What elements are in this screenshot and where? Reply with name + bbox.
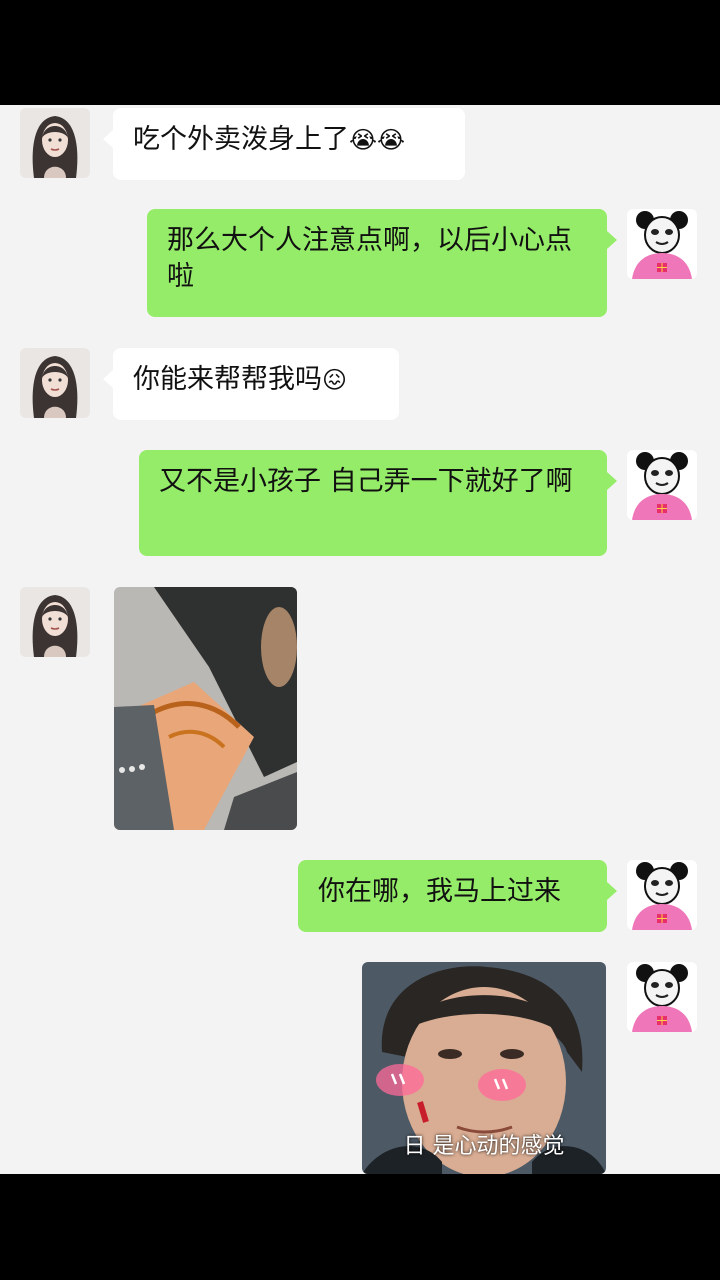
persevering-emoji-icon: 😖 <box>322 366 348 394</box>
message-bubble[interactable]: 你在哪，我马上过来 <box>298 860 617 932</box>
message-text: 你能来帮帮我吗 <box>133 364 322 395</box>
self-avatar[interactable] <box>627 450 697 520</box>
message-text: 又不是小孩子 自己弄一下就好了啊 <box>159 466 573 497</box>
message-text: 吃个外卖泼身上了 <box>133 124 349 155</box>
woman-avatar-icon <box>20 587 90 657</box>
panda-avatar-icon <box>627 860 697 930</box>
self-avatar[interactable] <box>627 860 697 930</box>
woman-avatar-icon <box>20 348 90 418</box>
spilled-food-photo <box>114 587 297 830</box>
self-avatar[interactable] <box>627 962 697 1032</box>
message-bubble[interactable]: 你能来帮帮我吗😖 <box>103 348 399 420</box>
sticker-caption: 日 是心动的感觉 <box>403 1134 565 1159</box>
contact-avatar[interactable] <box>20 587 90 657</box>
panda-avatar-icon <box>627 450 697 520</box>
message-text: 你在哪，我马上过来 <box>318 876 561 907</box>
contact-avatar[interactable] <box>20 108 90 178</box>
sticker-message[interactable]: 日 是心动的感觉 <box>362 962 606 1174</box>
contact-avatar[interactable] <box>20 348 90 418</box>
top-black-bar <box>0 0 720 105</box>
message-bubble[interactable]: 那么大个人注意点啊，以后小心点啦 <box>147 209 617 317</box>
panda-avatar-icon <box>627 209 697 279</box>
image-message[interactable] <box>114 587 297 830</box>
woman-avatar-icon <box>20 108 90 178</box>
self-avatar[interactable] <box>627 209 697 279</box>
chat-area[interactable]: 吃个外卖泼身上了😭😭 那么大个人注意点啊，以后小心点啦 你能来帮帮我吗😖 又不是… <box>0 105 720 1174</box>
panda-avatar-icon <box>627 962 697 1032</box>
message-text: 那么大个人注意点啊，以后小心点啦 <box>167 225 572 292</box>
bottom-black-bar <box>0 1174 720 1280</box>
message-bubble[interactable]: 又不是小孩子 自己弄一下就好了啊 <box>139 450 617 556</box>
message-bubble[interactable]: 吃个外卖泼身上了😭😭 <box>103 108 465 180</box>
crying-emoji-icon: 😭😭 <box>349 126 406 154</box>
